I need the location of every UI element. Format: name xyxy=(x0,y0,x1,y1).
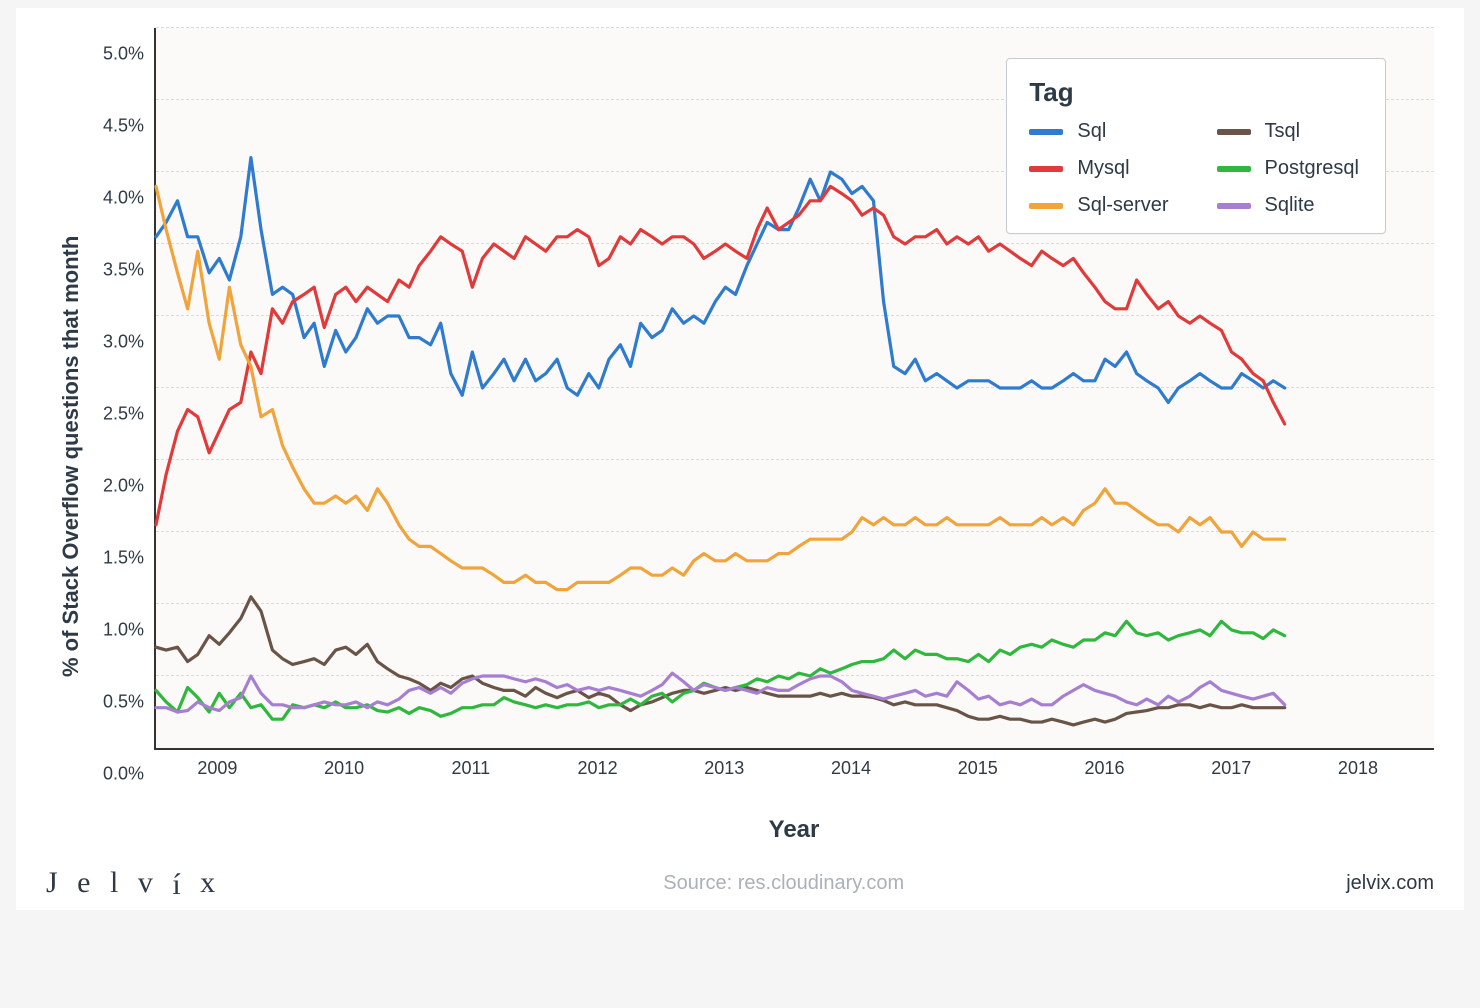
series-postgresql xyxy=(156,621,1285,719)
legend-item-tsql: Tsql xyxy=(1217,120,1360,143)
source-label: Source: xyxy=(663,872,732,894)
y-tick-label: 4.0% xyxy=(103,188,144,209)
x-tick-label: 2018 xyxy=(1338,758,1378,779)
footer: J e l v í x Source: res.cloudinary.com j… xyxy=(46,866,1434,900)
x-tick-label: 2016 xyxy=(1084,758,1124,779)
y-tick-label: 3.5% xyxy=(103,260,144,281)
x-tick-label: 2013 xyxy=(704,758,744,779)
y-tick-label: 5.0% xyxy=(103,44,144,65)
x-axis-label: Year xyxy=(154,816,1434,844)
legend-label: Sql xyxy=(1077,120,1106,143)
legend-swatch xyxy=(1217,203,1251,209)
logo-text: J e l v í x xyxy=(46,866,221,899)
y-tick-label: 1.0% xyxy=(103,620,144,641)
legend-item-sql-server: Sql-server xyxy=(1029,194,1168,217)
legend-swatch xyxy=(1217,129,1251,135)
x-tick-label: 2010 xyxy=(324,758,364,779)
chart-area: % of Stack Overflow questions that month… xyxy=(46,28,1434,844)
x-tick-label: 2017 xyxy=(1211,758,1251,779)
y-tick-label: 2.5% xyxy=(103,404,144,425)
x-tick-label: 2015 xyxy=(958,758,998,779)
legend-swatch xyxy=(1217,166,1251,172)
legend: Tag Sql Tsql Mysql Postgresql Sql-server Sqli… xyxy=(1006,58,1386,234)
y-tick-label: 3.0% xyxy=(103,332,144,353)
source-value: res.cloudinary.com xyxy=(738,872,904,894)
legend-item-sqlite: Sqlite xyxy=(1217,194,1360,217)
legend-swatch xyxy=(1029,129,1063,135)
y-axis: 0.0% 0.5% 1.0% 1.5% 2.0% 2.5% 3.0% 3.5% 4.0% 4.5%… xyxy=(84,28,154,844)
site-url: jelvix.com xyxy=(1346,872,1434,895)
plot-panel: Tag Sql Tsql Mysql Postgresql Sql-server Sqli… xyxy=(154,28,1434,750)
x-tick-label: 2012 xyxy=(578,758,618,779)
y-tick-label: 0.5% xyxy=(103,692,144,713)
legend-label: Sql-server xyxy=(1077,194,1168,217)
legend-item-postgresql: Postgresql xyxy=(1217,157,1360,180)
legend-swatch xyxy=(1029,166,1063,172)
x-axis: 2009 2010 2011 2012 2013 2014 2015 2016 2017 2018 xyxy=(154,750,1434,790)
source: Source: res.cloudinary.com xyxy=(663,872,904,895)
legend-item-sql: Sql xyxy=(1029,120,1168,143)
y-axis-label: % of Stack Overflow questions that month xyxy=(46,28,84,844)
y-tick-label: 4.5% xyxy=(103,116,144,137)
x-tick-label: 2011 xyxy=(451,758,490,779)
logo: J e l v í x xyxy=(46,866,221,900)
series-mysql xyxy=(156,186,1285,524)
legend-swatch xyxy=(1029,203,1063,209)
y-tick-label: 0.0% xyxy=(103,764,144,785)
legend-label: Postgresql xyxy=(1265,157,1360,180)
x-tick-label: 2014 xyxy=(831,758,871,779)
legend-title: Tag xyxy=(1029,77,1359,108)
chart-card: % of Stack Overflow questions that month… xyxy=(16,8,1464,910)
legend-label: Tsql xyxy=(1265,120,1301,143)
x-tick-label: 2009 xyxy=(197,758,237,779)
y-tick-label: 1.5% xyxy=(103,548,144,569)
legend-label: Mysql xyxy=(1077,157,1129,180)
legend-label: Sqlite xyxy=(1265,194,1315,217)
legend-item-mysql: Mysql xyxy=(1029,157,1168,180)
y-tick-label: 2.0% xyxy=(103,476,144,497)
